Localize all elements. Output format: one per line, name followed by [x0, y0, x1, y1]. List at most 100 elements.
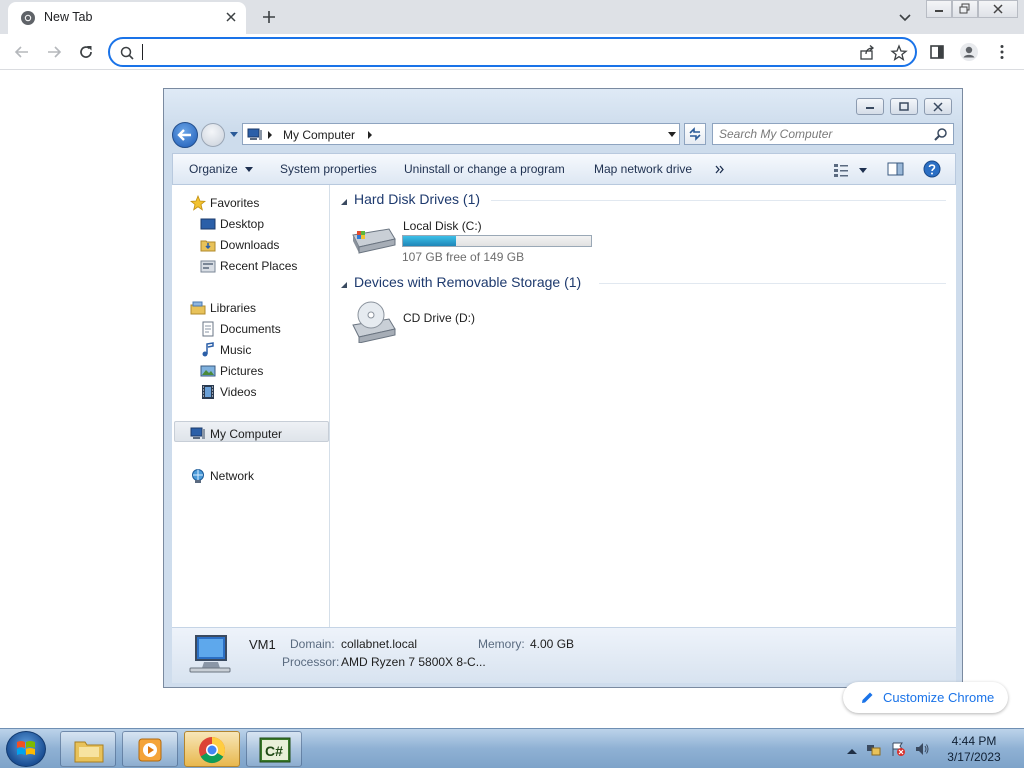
change-view-icon[interactable] [833, 162, 851, 178]
uninstall-program-button[interactable]: Uninstall or change a program [404, 162, 565, 176]
taskbar-media-player[interactable] [122, 731, 178, 767]
navigation-pane: Favorites Desktop Downloads Recent Place… [172, 185, 330, 627]
browser-toolbar [0, 34, 1024, 70]
collapse-group-icon[interactable] [341, 199, 348, 206]
pencil-icon [862, 692, 873, 703]
minimize-icon [866, 107, 874, 109]
drive-local-disk-c[interactable]: Local Disk (C:) 107 GB free of 149 GB [345, 215, 605, 264]
new-tab-icon[interactable] [258, 6, 280, 28]
organize-button[interactable]: Organize [189, 162, 254, 176]
explorer-refresh-button[interactable] [684, 123, 706, 145]
map-network-drive-button[interactable]: Map network drive [594, 162, 692, 176]
drive-usage-fill [403, 236, 456, 246]
search-icon[interactable] [933, 127, 949, 143]
bookmark-star-icon[interactable] [890, 44, 908, 62]
explorer-minimize-button[interactable] [856, 98, 884, 115]
kebab-menu-icon[interactable] [992, 42, 1012, 62]
system-properties-button[interactable]: System properties [280, 162, 377, 176]
customize-chrome-button[interactable]: Customize Chrome [843, 682, 1008, 713]
omnibox[interactable] [108, 37, 917, 67]
nav-label: Recent Places [220, 259, 298, 273]
more-commands-icon[interactable] [715, 165, 725, 174]
nav-label: Pictures [220, 364, 264, 378]
drive-cd-d[interactable]: CD Drive (D:) [345, 299, 545, 347]
collapse-group-icon[interactable] [341, 282, 348, 289]
nav-label: Favorites [210, 196, 260, 210]
profile-avatar-icon[interactable] [959, 42, 979, 62]
forward-arrow-icon[interactable] [44, 42, 64, 62]
drive-usage-bar [402, 235, 592, 247]
processor-value: AMD Ryzen 7 5800X 8-C... [341, 655, 486, 669]
explorer-close-button[interactable] [924, 98, 952, 115]
explorer-back-button[interactable] [172, 122, 198, 148]
taskbar-chrome[interactable] [184, 731, 240, 767]
group-header-removable-storage[interactable]: Devices with Removable Storage (1) [354, 274, 581, 290]
reload-icon[interactable] [76, 42, 96, 62]
back-arrow-icon[interactable] [12, 42, 32, 62]
hard-drive-icon [352, 228, 396, 254]
start-button[interactable] [6, 731, 46, 767]
address-dropdown-icon[interactable] [667, 131, 677, 139]
minimize-icon [935, 10, 943, 12]
star-icon [190, 195, 206, 211]
omnibox-input[interactable] [142, 42, 842, 62]
volume-icon[interactable] [914, 741, 930, 757]
nav-label: Desktop [220, 217, 265, 231]
recent-pages-chevron-icon[interactable] [229, 131, 239, 139]
address-bar[interactable]: My Computer [242, 123, 680, 145]
computer-icon [247, 128, 262, 140]
taskbar-csharp-app[interactable]: C# [246, 731, 302, 767]
maximize-icon [899, 102, 909, 111]
tab-title: New Tab [44, 10, 93, 24]
explorer-search-input[interactable] [719, 127, 919, 141]
explorer-navbar: My Computer [172, 122, 956, 148]
chrome-icon [199, 737, 226, 764]
group-header-hard-disk-drives[interactable]: Hard Disk Drives (1) [354, 191, 480, 207]
show-hidden-icons-icon[interactable] [844, 743, 860, 759]
organize-label: Organize [189, 162, 238, 176]
breadcrumb-my-computer[interactable]: My Computer [283, 128, 355, 142]
nav-label: My Computer [210, 427, 283, 441]
svg-text:C#: C# [265, 743, 283, 759]
explorer-maximize-button[interactable] [890, 98, 918, 115]
close-tab-icon[interactable] [223, 9, 239, 25]
breadcrumb-arrow-icon[interactable] [367, 131, 373, 139]
close-window-button[interactable] [978, 0, 1018, 18]
recent-places-icon [200, 260, 216, 273]
command-bar: Organize System properties Uninstall or … [172, 153, 956, 185]
clock-date: 3/17/2023 [947, 750, 1001, 764]
chrome-icon [21, 11, 35, 25]
nav-label: Music [220, 343, 252, 357]
restore-button[interactable] [952, 0, 978, 18]
side-panel-icon[interactable] [927, 42, 947, 62]
drive-free-space: 107 GB free of 149 GB [402, 250, 525, 264]
processor-label: Processor: [282, 655, 340, 669]
preview-pane-icon[interactable] [887, 161, 905, 177]
close-icon [933, 102, 943, 112]
action-center-flag-icon[interactable] [890, 741, 906, 757]
search-icon [120, 46, 134, 60]
taskbar-explorer[interactable] [60, 731, 116, 767]
tab-new-tab[interactable]: New Tab [8, 2, 246, 34]
network-status-icon[interactable] [866, 741, 882, 757]
pictures-icon [200, 365, 216, 377]
help-icon[interactable] [923, 160, 941, 178]
customize-chrome-label: Customize Chrome [883, 690, 995, 705]
nav-label: Network [210, 469, 255, 483]
text-caret [142, 44, 143, 60]
computer-name: VM1 [249, 637, 276, 652]
share-icon[interactable] [858, 44, 876, 62]
nav-label: Libraries [210, 301, 257, 315]
explorer-search-box[interactable] [712, 123, 954, 145]
drive-name: CD Drive (D:) [403, 311, 475, 325]
media-player-icon [138, 738, 162, 762]
explorer-forward-button[interactable] [201, 123, 225, 147]
content-pane: Hard Disk Drives (1) Local Disk (C:) 107… [331, 185, 956, 627]
minimize-button[interactable] [926, 0, 952, 18]
chevron-down-icon[interactable] [896, 8, 914, 26]
group-divider [599, 283, 946, 284]
view-options-chevron-icon[interactable] [859, 167, 868, 174]
folder-icon [74, 741, 104, 763]
system-clock[interactable]: 4:44 PM 3/17/2023 [944, 733, 1004, 765]
breadcrumb-arrow-icon[interactable] [267, 131, 273, 139]
